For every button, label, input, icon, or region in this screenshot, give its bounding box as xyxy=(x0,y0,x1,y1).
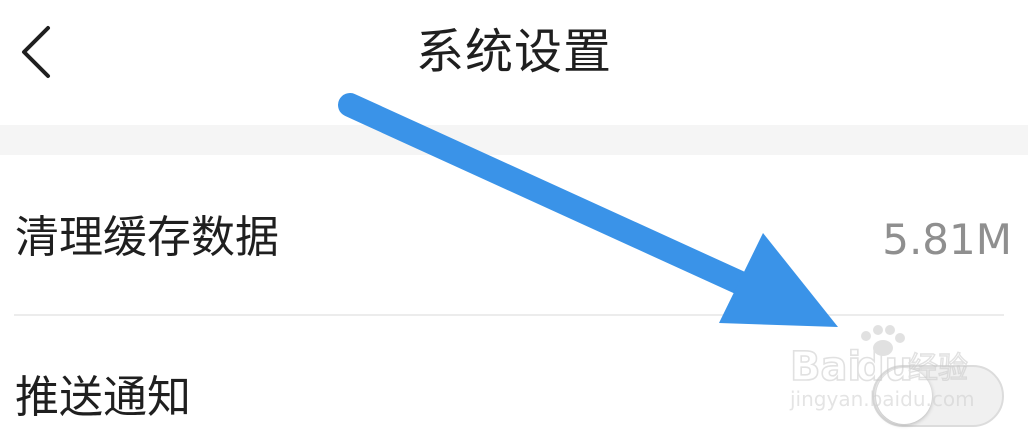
cache-size-value: 5.81M xyxy=(882,215,1012,264)
toggle-knob xyxy=(876,368,932,424)
push-notification-toggle[interactable] xyxy=(872,365,1004,427)
page-title: 系统设置 xyxy=(415,24,612,80)
header-bar: 系统设置 xyxy=(0,0,1028,122)
clear-cache-label: 清理缓存数据 xyxy=(15,212,279,263)
push-notification-label: 推送通知 xyxy=(15,372,191,423)
push-notification-row: 推送通知 xyxy=(0,316,1028,431)
section-gap xyxy=(0,125,1028,155)
clear-cache-row[interactable]: 清理缓存数据 5.81M xyxy=(0,155,1028,315)
